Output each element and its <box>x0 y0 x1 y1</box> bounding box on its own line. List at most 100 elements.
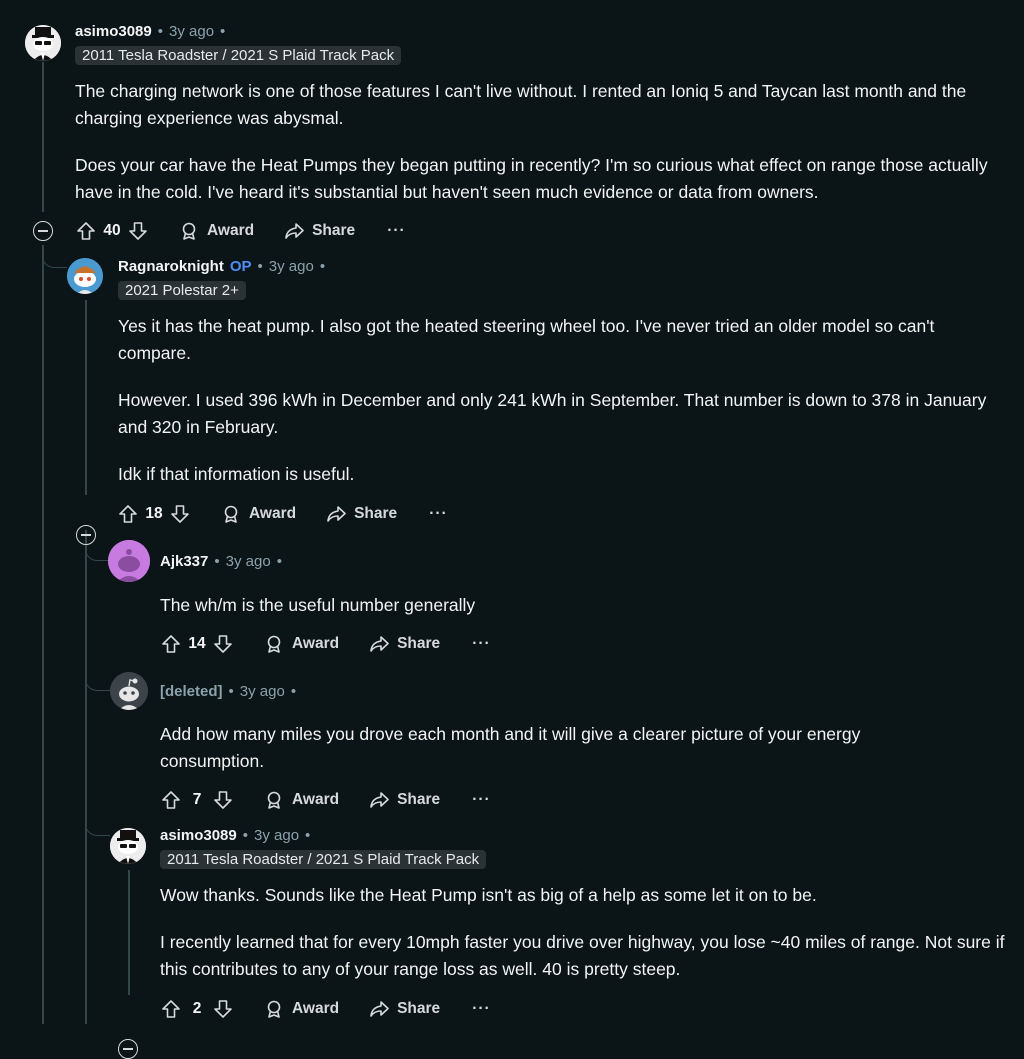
vote-count: 7 <box>192 791 202 808</box>
thread-elbow <box>42 245 67 268</box>
upvote-icon[interactable] <box>160 633 182 655</box>
share-button[interactable]: Share <box>284 221 355 241</box>
award-icon <box>267 635 281 653</box>
separator: • <box>276 553 282 570</box>
award-button[interactable]: Award <box>264 634 339 654</box>
comment-paragraph: The wh/m is the useful number generally <box>160 595 476 615</box>
award-label: Award <box>292 635 340 652</box>
timestamp[interactable]: 3y ago <box>169 23 214 40</box>
downvote-icon[interactable] <box>212 789 234 811</box>
avatar[interactable] <box>110 828 146 864</box>
thread-line[interactable] <box>128 870 130 995</box>
more-options-button[interactable]: ··· <box>472 635 491 653</box>
avatar[interactable] <box>25 25 61 61</box>
share-label: Share <box>397 791 441 808</box>
thread-line[interactable] <box>85 300 87 495</box>
share-icon <box>285 223 304 239</box>
default-snoo-avatar-icon <box>108 540 150 582</box>
comment-paragraph: Yes it has the heat pump. I also got the… <box>118 316 935 363</box>
share-button[interactable]: Share <box>369 634 440 654</box>
avatar[interactable] <box>67 258 103 294</box>
separator: • <box>242 827 248 844</box>
upvote-icon[interactable] <box>75 220 97 242</box>
downvote-icon[interactable] <box>127 220 149 242</box>
award-label: Award <box>292 1000 340 1017</box>
comment-paragraph: The charging network is one of those fea… <box>75 81 967 128</box>
award-button[interactable]: Award <box>179 221 254 241</box>
vote-count: 40 <box>103 222 121 239</box>
comment-paragraph: Does your car have the Heat Pumps they b… <box>75 155 988 202</box>
share-button[interactable]: Share <box>369 790 440 810</box>
username[interactable]: asimo3089 <box>75 23 152 40</box>
share-icon <box>370 1001 389 1017</box>
thread-line[interactable] <box>42 62 44 212</box>
vote-count: 18 <box>145 505 163 522</box>
more-options-button[interactable]: ··· <box>472 1000 491 1018</box>
award-icon <box>267 791 281 809</box>
user-flair: 2021 Polestar 2+ <box>118 281 246 300</box>
downvote-icon[interactable] <box>212 998 234 1020</box>
username[interactable]: Ajk337 <box>160 553 208 570</box>
share-label: Share <box>397 1000 441 1017</box>
comment-paragraph: However. I used 396 kWh in December and … <box>118 390 987 437</box>
upvote-icon[interactable] <box>160 789 182 811</box>
snoo-tuxedo-avatar-icon <box>25 25 61 61</box>
comment-actions: 14 Award Share ··· <box>160 630 491 658</box>
more-options-button[interactable]: ··· <box>387 222 406 240</box>
op-badge: OP <box>229 258 252 275</box>
comment-body: The charging network is one of those fea… <box>75 78 1005 226</box>
thread-elbow <box>85 560 110 691</box>
separator: • <box>319 258 326 275</box>
award-label: Award <box>292 791 340 808</box>
timestamp[interactable]: 3y ago <box>254 827 299 844</box>
award-label: Award <box>249 505 297 522</box>
snoo-hat-avatar-icon <box>67 258 103 294</box>
separator: • <box>157 23 163 40</box>
vote-count: 14 <box>188 635 206 652</box>
separator: • <box>220 23 226 40</box>
collapse-button[interactable] <box>118 1039 138 1059</box>
avatar[interactable] <box>108 540 150 582</box>
vote-count: 2 <box>192 1000 202 1017</box>
award-button[interactable]: Award <box>264 790 339 810</box>
comment-actions: 2 Award Share ··· <box>160 995 491 1023</box>
separator: • <box>228 683 234 700</box>
share-icon <box>370 792 389 808</box>
award-button[interactable]: Award <box>264 999 339 1019</box>
more-options-button[interactable]: ··· <box>429 505 448 523</box>
award-button[interactable]: Award <box>221 504 296 524</box>
timestamp[interactable]: 3y ago <box>240 683 285 700</box>
comment-paragraph: Wow thanks. Sounds like the Heat Pump is… <box>160 885 817 905</box>
award-icon <box>182 222 196 240</box>
more-options-button[interactable]: ··· <box>472 791 491 809</box>
collapse-button[interactable] <box>33 221 53 241</box>
upvote-icon[interactable] <box>117 503 139 525</box>
comment-body: Add how many miles you drove each month … <box>160 721 960 795</box>
share-button[interactable]: Share <box>326 504 397 524</box>
timestamp[interactable]: 3y ago <box>226 553 271 570</box>
avatar[interactable] <box>110 672 148 710</box>
share-icon <box>327 506 346 522</box>
username[interactable]: Ragnaroknight <box>118 258 224 275</box>
share-label: Share <box>354 505 398 522</box>
share-label: Share <box>397 635 441 652</box>
thread-line[interactable] <box>42 245 44 1024</box>
downvote-icon[interactable] <box>212 633 234 655</box>
username[interactable]: asimo3089 <box>160 827 237 844</box>
separator: • <box>305 827 311 844</box>
comment-actions: 18 Award Share ··· <box>117 500 448 528</box>
timestamp[interactable]: 3y ago <box>269 258 314 275</box>
comment-paragraph: Idk if that information is useful. <box>118 464 355 484</box>
comment-actions: 7 Award Share ··· <box>160 786 491 814</box>
upvote-icon[interactable] <box>160 998 182 1020</box>
thread-elbow <box>85 690 110 836</box>
separator: • <box>290 683 297 700</box>
award-icon <box>267 1000 281 1018</box>
share-button[interactable]: Share <box>369 999 440 1019</box>
separator: • <box>214 553 220 570</box>
username: [deleted] <box>160 683 223 700</box>
comment-body: Wow thanks. Sounds like the Heat Pump is… <box>160 882 1010 1003</box>
separator: • <box>257 258 263 275</box>
collapse-button[interactable] <box>76 525 96 545</box>
downvote-icon[interactable] <box>169 503 191 525</box>
